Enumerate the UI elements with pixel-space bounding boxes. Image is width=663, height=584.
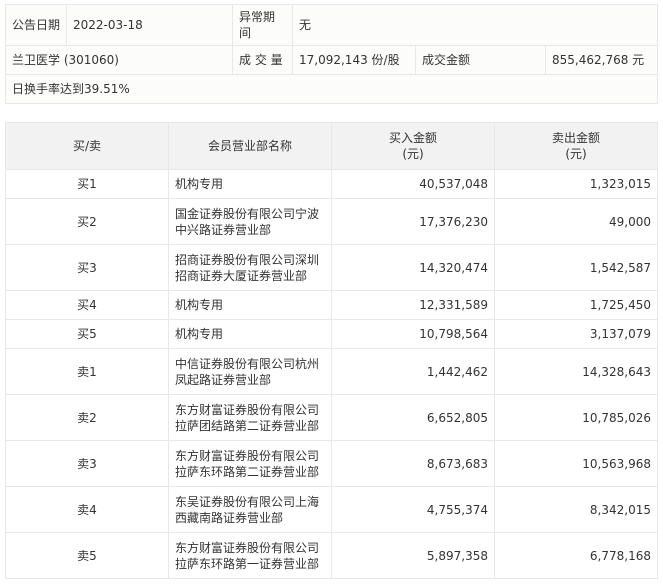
side-cell: 卖3 (5, 440, 169, 487)
side-cell: 卖5 (5, 532, 169, 579)
sell-amount-cell: 1,542,587 (494, 244, 658, 291)
table-row: 买1 机构专用 40,537,048 1,323,015 (5, 169, 658, 199)
header-buy: 买入金额 (元) (331, 122, 495, 170)
member-cell: 东吴证券股份有限公司上海西藏南路证券营业部 (168, 486, 332, 533)
sell-amount-cell: 6,778,168 (494, 532, 658, 579)
info-row-reason: 日换手率达到39.51% (4, 74, 659, 104)
side-cell: 买4 (5, 290, 169, 320)
table-row: 买2 国金证券股份有限公司宁波中兴路证券营业部 17,376,230 49,000 (5, 198, 658, 245)
table-row: 卖2 东方财富证券股份有限公司拉萨团结路第二证券营业部 6,652,805 10,78… (5, 394, 658, 441)
table-row: 卖3 东方财富证券股份有限公司拉萨东环路第二证券营业部 8,673,683 10,56… (5, 440, 658, 487)
stock-name: 兰卫医学 (301060) (5, 45, 233, 75)
buy-amount-cell: 4,755,374 (331, 486, 495, 533)
buy-amount-cell: 1,442,462 (331, 348, 495, 395)
buy-amount-cell: 8,673,683 (331, 440, 495, 487)
sell-amount-cell: 10,563,968 (494, 440, 658, 487)
table-row: 买5 机构专用 10,798,564 3,137,079 (5, 319, 658, 349)
amount-label: 成交金额 (415, 45, 546, 75)
info-row-volume: 兰卫医学 (301060) 成 交 量 17,092,143 份/股 成交金额 … (5, 45, 659, 75)
side-cell: 卖2 (5, 394, 169, 441)
table-row: 卖5 东方财富证券股份有限公司拉萨东环路第一证券营业部 5,897,358 6,778… (5, 532, 658, 579)
buy-amount-cell: 17,376,230 (331, 198, 495, 245)
side-cell: 买3 (5, 244, 169, 291)
sell-amount-cell: 3,137,079 (494, 319, 658, 349)
trading-seats-table: 买/卖 会员营业部名称 买入金额 (元) 卖出金额 (元) 买1 机构专用 40,537… (5, 122, 658, 579)
side-cell: 卖1 (5, 348, 169, 395)
buy-amount-cell: 6,652,805 (331, 394, 495, 441)
sell-amount-cell: 49,000 (494, 198, 658, 245)
header-member: 会员营业部名称 (168, 122, 332, 170)
table-row: 卖4 东吴证券股份有限公司上海西藏南路证券营业部 4,755,374 8,342,01… (5, 486, 658, 533)
header-side: 买/卖 (5, 122, 169, 170)
sell-amount-cell: 8,342,015 (494, 486, 658, 533)
table-row: 卖1 中信证券股份有限公司杭州凤起路证券营业部 1,442,462 14,328,64… (5, 348, 658, 395)
period-value: 无 (291, 4, 659, 46)
stock-info-table: 公告日期 2022-03-18 异常期间 无 兰卫医学 (301060) 成 交… (4, 4, 659, 104)
header-sell-unit: (元) (565, 147, 587, 161)
member-cell: 机构专用 (168, 169, 332, 199)
side-cell: 卖4 (5, 486, 169, 533)
sell-amount-cell: 1,725,450 (494, 290, 658, 320)
header-buy-label: 买入金额 (388, 131, 437, 145)
info-row-date: 公告日期 2022-03-18 异常期间 无 (5, 4, 659, 46)
buy-amount-cell: 10,798,564 (331, 319, 495, 349)
buy-amount-cell: 14,320,474 (331, 244, 495, 291)
sell-amount-cell: 1,323,015 (494, 169, 658, 199)
amount-value: 855,462,768 元 (544, 45, 659, 75)
buy-amount-cell: 40,537,048 (331, 169, 495, 199)
member-cell: 东方财富证券股份有限公司拉萨团结路第二证券营业部 (168, 394, 332, 441)
buy-amount-cell: 5,897,358 (331, 532, 495, 579)
header-buy-unit: (元) (402, 147, 424, 161)
side-cell: 买5 (5, 319, 169, 349)
member-cell: 招商证券股份有限公司深圳招商证券大厦证券营业部 (168, 244, 332, 291)
sell-amount-cell: 10,785,026 (494, 394, 658, 441)
date-value: 2022-03-18 (66, 4, 233, 46)
member-cell: 中信证券股份有限公司杭州凤起路证券营业部 (168, 348, 332, 395)
buy-amount-cell: 12,331,589 (331, 290, 495, 320)
header-sell: 卖出金额 (元) (494, 122, 658, 170)
member-cell: 东方财富证券股份有限公司拉萨东环路第二证券营业部 (168, 440, 332, 487)
table-header: 买/卖 会员营业部名称 买入金额 (元) 卖出金额 (元) (5, 122, 658, 170)
member-cell: 国金证券股份有限公司宁波中兴路证券营业部 (168, 198, 332, 245)
sell-amount-cell: 14,328,643 (494, 348, 658, 395)
side-cell: 买1 (5, 169, 169, 199)
side-cell: 买2 (5, 198, 169, 245)
period-label: 异常期间 (232, 4, 293, 46)
header-sell-label: 卖出金额 (551, 131, 600, 145)
volume-value: 17,092,143 份/股 (292, 45, 416, 75)
date-label: 公告日期 (5, 4, 67, 46)
member-cell: 机构专用 (168, 290, 332, 320)
volume-label: 成 交 量 (232, 45, 293, 75)
table-row: 买4 机构专用 12,331,589 1,725,450 (5, 290, 658, 320)
member-cell: 东方财富证券股份有限公司拉萨东环路第一证券营业部 (168, 532, 332, 579)
member-cell: 机构专用 (168, 319, 332, 349)
reason-text: 日换手率达到39.51% (4, 74, 659, 104)
table-row: 买3 招商证券股份有限公司深圳招商证券大厦证券营业部 14,320,474 1,542… (5, 244, 658, 291)
